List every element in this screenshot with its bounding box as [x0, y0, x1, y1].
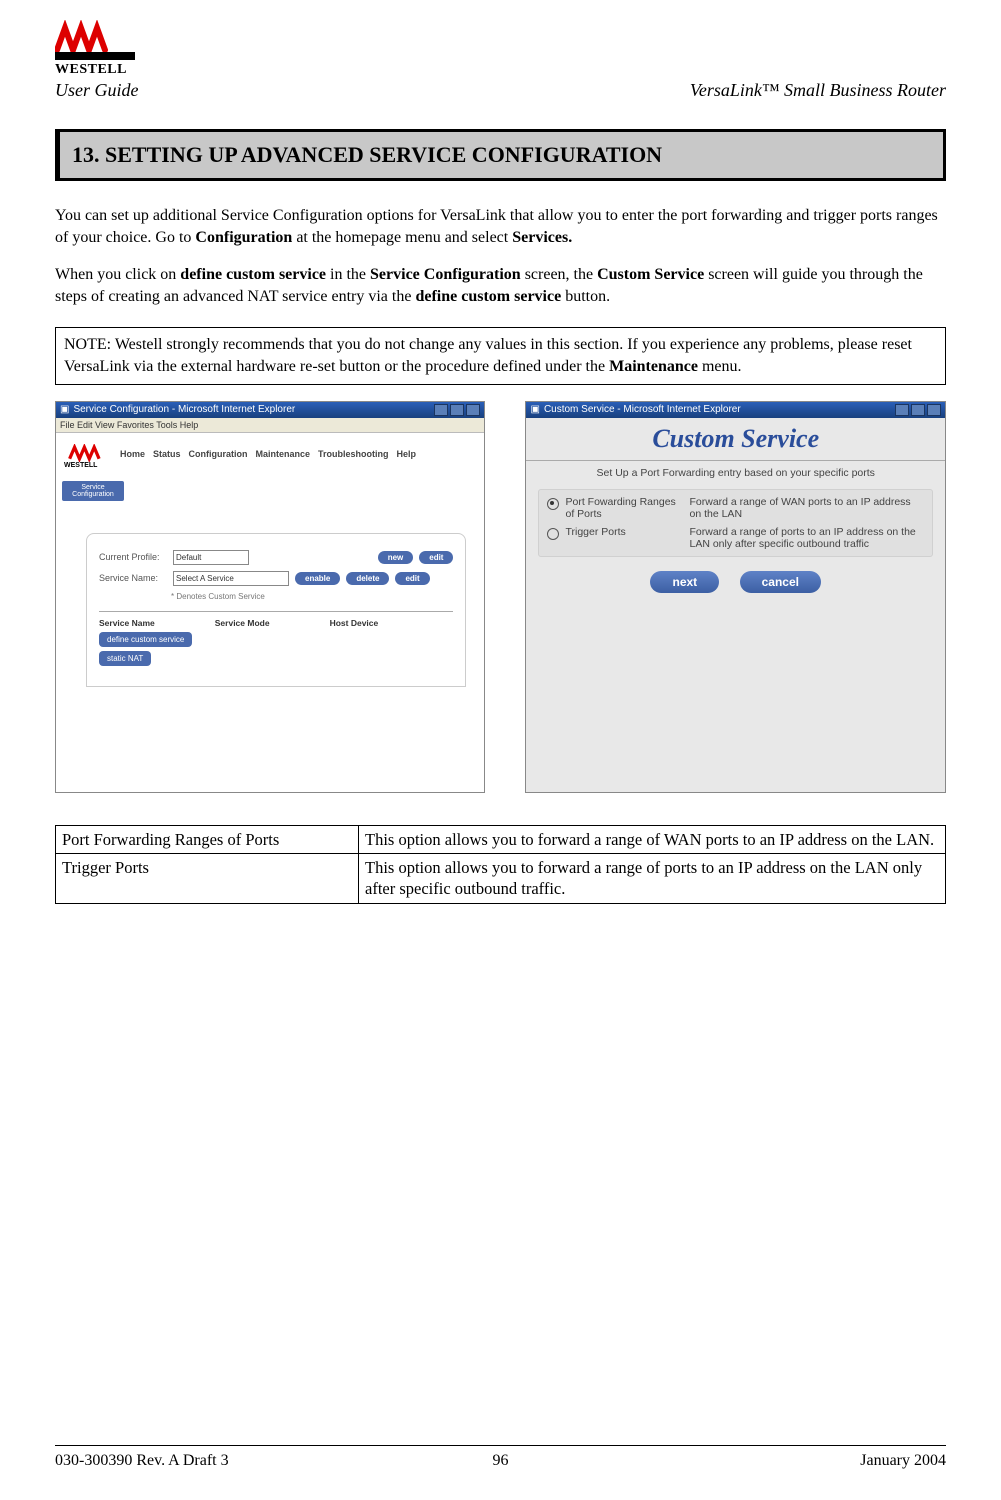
ie-page-icon: ▣: [530, 404, 539, 415]
cancel-button[interactable]: cancel: [740, 571, 821, 593]
next-button[interactable]: next: [650, 571, 719, 593]
screenshot-service-config: ▣ Service Configuration - Microsoft Inte…: [55, 401, 485, 793]
custom-service-subtitle: Set Up a Port Forwarding entry based on …: [538, 467, 933, 479]
ie-titlebar-b: ▣ Custom Service - Microsoft Internet Ex…: [526, 402, 945, 418]
minimize-icon[interactable]: [895, 404, 909, 416]
close-icon[interactable]: [466, 404, 480, 416]
page-footer: 030-300390 Rev. A Draft 3 96 January 200…: [55, 1405, 946, 1470]
service-config-card: Current Profile: Default new edit Servic…: [86, 533, 466, 687]
section-title: 13. SETTING UP ADVANCED SERVICE CONFIGUR…: [55, 129, 946, 181]
service-name-select[interactable]: Select A Service: [173, 571, 289, 586]
page-header: WESTELL User Guide VersaLink™ Small Busi…: [55, 20, 946, 101]
footer-page-number: 96: [481, 1452, 521, 1470]
custom-service-title: Custom Service: [538, 424, 933, 454]
footer-date: January 2004: [521, 1452, 947, 1470]
body-text: You can set up additional Service Config…: [55, 205, 946, 323]
minimize-icon[interactable]: [434, 404, 448, 416]
trigger-ports-radio[interactable]: [547, 528, 559, 540]
edit-button[interactable]: edit: [419, 551, 453, 564]
ie-titlebar-a: ▣ Service Configuration - Microsoft Inte…: [56, 402, 484, 418]
paragraph-1: You can set up additional Service Config…: [55, 205, 946, 248]
trigger-ports-label: Trigger Ports: [565, 526, 685, 538]
table-row: Port Forwarding Ranges of Ports This opt…: [56, 825, 946, 853]
delete-button[interactable]: delete: [346, 572, 389, 585]
custom-service-note: * Denotes Custom Service: [171, 592, 453, 601]
ie-page-icon: ▣: [60, 404, 69, 415]
port-forwarding-radio[interactable]: [547, 498, 559, 510]
table-row: Trigger Ports This option allows you to …: [56, 854, 946, 904]
sidebar-service-config-button[interactable]: Service Configuration: [62, 481, 124, 501]
screenshots-row: ▣ Service Configuration - Microsoft Inte…: [55, 401, 946, 793]
service-name-label: Service Name:: [99, 573, 167, 583]
current-profile-label: Current Profile:: [99, 552, 167, 562]
logo-block: WESTELL User Guide: [55, 20, 139, 101]
edit-button-2[interactable]: edit: [395, 572, 429, 585]
table-header: Service Name Service Mode Host Device: [99, 618, 453, 628]
options-description-table: Port Forwarding Ranges of Ports This opt…: [55, 825, 946, 904]
options-panel: Port Fowarding Ranges of Ports Forward a…: [538, 489, 933, 557]
maximize-icon[interactable]: [450, 404, 464, 416]
westell-logo-icon: [55, 20, 135, 60]
static-nat-button[interactable]: static NAT: [99, 651, 151, 666]
note-box: NOTE: Westell strongly recommends that y…: [55, 327, 946, 384]
port-forwarding-label: Port Fowarding Ranges of Ports: [565, 496, 685, 520]
cell-desc: This option allows you to forward a rang…: [359, 825, 946, 853]
footer-doc-id: 030-300390 Rev. A Draft 3: [55, 1452, 481, 1470]
mini-westell-logo-icon: WESTELL: [64, 439, 108, 469]
enable-button[interactable]: enable: [295, 572, 340, 585]
user-guide-label: User Guide: [55, 80, 139, 101]
product-name: VersaLink™ Small Business Router: [690, 80, 946, 101]
current-profile-select[interactable]: Default: [173, 550, 249, 565]
ie-title-text-b: Custom Service - Microsoft Internet Expl…: [544, 404, 741, 415]
port-forwarding-desc: Forward a range of WAN ports to an IP ad…: [689, 496, 924, 520]
cell-label: Trigger Ports: [56, 854, 359, 904]
logo-text: WESTELL: [55, 62, 127, 78]
cell-desc: This option allows you to forward a rang…: [359, 854, 946, 904]
ie-menubar-a[interactable]: File Edit View Favorites Tools Help: [56, 418, 484, 433]
maximize-icon[interactable]: [911, 404, 925, 416]
app-nav[interactable]: Home Status Configuration Maintenance Tr…: [120, 449, 416, 459]
cell-label: Port Forwarding Ranges of Ports: [56, 825, 359, 853]
close-icon[interactable]: [927, 404, 941, 416]
ie-title-text-a: Service Configuration - Microsoft Intern…: [73, 404, 295, 415]
paragraph-2: When you click on define custom service …: [55, 264, 946, 307]
define-custom-service-button[interactable]: define custom service: [99, 632, 192, 647]
screenshot-custom-service: ▣ Custom Service - Microsoft Internet Ex…: [525, 401, 946, 793]
trigger-ports-desc: Forward a range of ports to an IP addres…: [689, 526, 924, 550]
new-button[interactable]: new: [378, 551, 414, 564]
